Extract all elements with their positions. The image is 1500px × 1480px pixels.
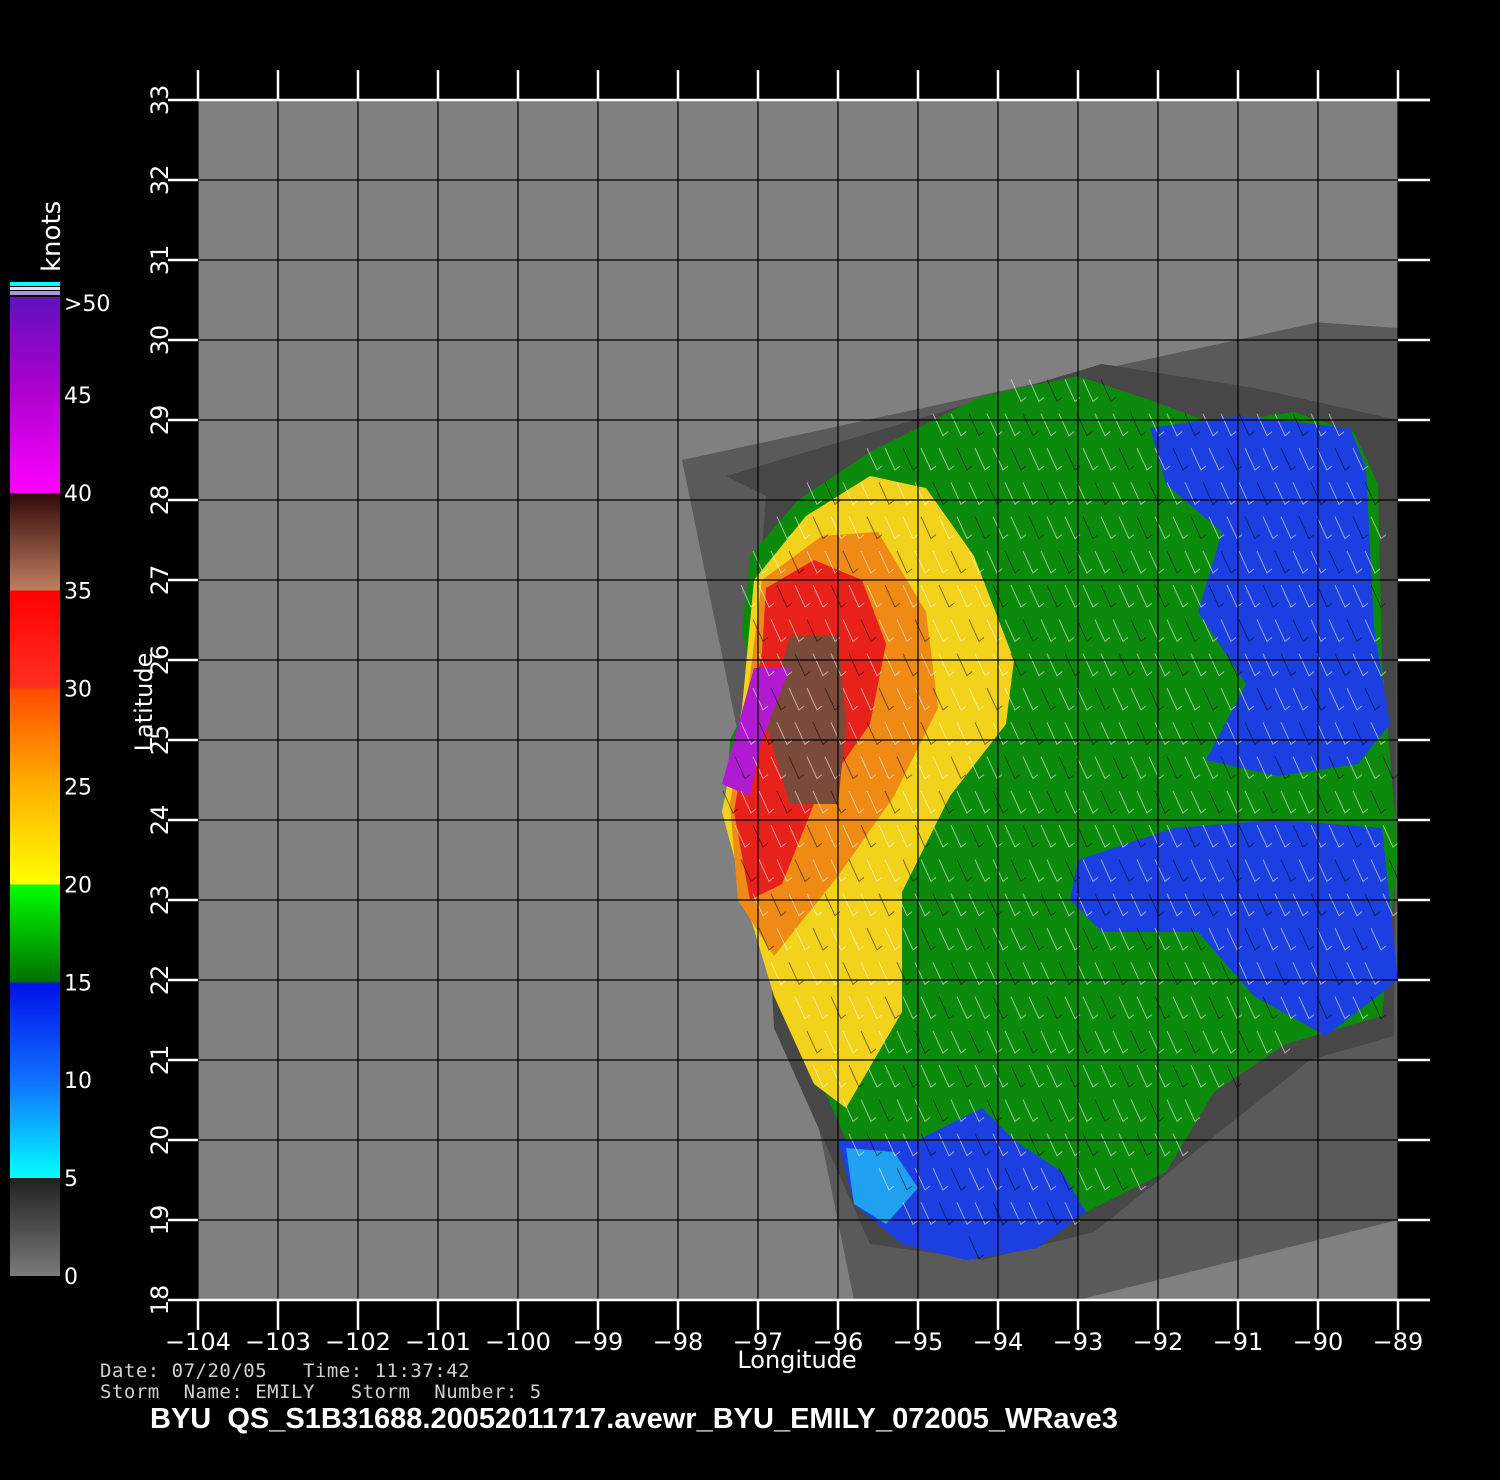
longitude-tick-label: −94 xyxy=(973,1328,1024,1356)
figure-page: { "map": { "x_axis": { "label": "Longitu… xyxy=(0,0,1500,1480)
longitude-tick-label: −92 xyxy=(1133,1328,1184,1356)
latitude-axis-label: Latitude xyxy=(130,653,158,752)
longitude-tick-label: −102 xyxy=(325,1328,391,1356)
latitude-tick-label: 28 xyxy=(146,485,174,516)
colorbar-label: 40 xyxy=(64,482,92,507)
date-time-line: Date: 07/20/05 Time: 11:37:42 xyxy=(100,1360,471,1382)
colorbar-top-cap-purple xyxy=(10,291,60,295)
colorbar-gradient xyxy=(10,297,60,1276)
longitude-tick-label: −95 xyxy=(893,1328,944,1356)
longitude-tick-label: −103 xyxy=(245,1328,311,1356)
colorbar-label: 0 xyxy=(64,1265,78,1290)
product-title: BYU QS_S1B31688.20052011717.avewr_BYU_EM… xyxy=(150,1403,1118,1435)
latitude-tick-label: 31 xyxy=(146,245,174,276)
longitude-tick-label: −104 xyxy=(165,1328,231,1356)
longitude-tick-label: −89 xyxy=(1373,1328,1424,1356)
colorbar-top-cap-cyan xyxy=(10,282,60,286)
latitude-tick-label: 23 xyxy=(146,885,174,916)
longitude-tick-label: −93 xyxy=(1053,1328,1104,1356)
colorbar-label: 5 xyxy=(64,1167,78,1192)
latitude-tick-label: 27 xyxy=(146,565,174,596)
colorbar-top-cap-white xyxy=(10,287,60,290)
longitude-tick-label: −91 xyxy=(1213,1328,1264,1356)
longitude-tick-label: −98 xyxy=(653,1328,704,1356)
colorbar-label: >50 xyxy=(64,292,110,317)
latitude-tick-label: 24 xyxy=(146,805,174,836)
latitude-tick-label: 30 xyxy=(146,325,174,356)
latitude-tick-label: 33 xyxy=(146,85,174,116)
latitude-tick-label: 20 xyxy=(146,1125,174,1156)
colorbar-label: 25 xyxy=(64,776,92,801)
wind-speed-map: −104 −103 −102 −101 −100 −99 −98 −97 −96 −95 −94 −9… xyxy=(10,70,1430,1374)
colorbar-label: 45 xyxy=(64,384,92,409)
latitude-tick-label: 22 xyxy=(146,965,174,996)
colorbar-label: 30 xyxy=(64,678,92,703)
latitude-tick-label: 32 xyxy=(146,165,174,196)
colorbar-label: 35 xyxy=(64,580,92,605)
latitude-tick-label: 18 xyxy=(146,1285,174,1316)
longitude-axis-label: Longitude xyxy=(737,1346,856,1374)
colorbar-labels: 0 5 10 15 20 25 30 35 40 45 >50 xyxy=(64,292,110,1290)
storm-info-line: Storm Name: EMILY Storm Number: 5 xyxy=(100,1381,542,1403)
colorbar-label: 10 xyxy=(64,1069,92,1094)
latitude-tick-label: 29 xyxy=(146,405,174,436)
longitude-tick-label: −90 xyxy=(1293,1328,1344,1356)
colorbar: 0 5 10 15 20 25 30 35 40 45 >50 knots xyxy=(10,201,110,1290)
colorbar-label: 20 xyxy=(64,873,92,898)
latitude-tick-label: 21 xyxy=(146,1045,174,1076)
longitude-tick-label: −99 xyxy=(573,1328,624,1356)
longitude-tick-label: −100 xyxy=(485,1328,551,1356)
longitude-tick-label: −101 xyxy=(405,1328,471,1356)
colorbar-label: 15 xyxy=(64,971,92,996)
colorbar-unit-label: knots xyxy=(37,201,67,272)
latitude-tick-label: 19 xyxy=(146,1205,174,1236)
